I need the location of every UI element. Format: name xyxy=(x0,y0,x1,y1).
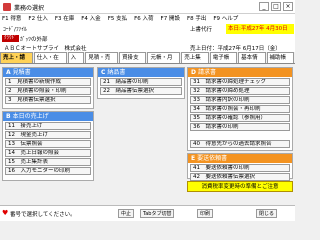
minimize-button[interactable]: _ xyxy=(259,2,269,11)
tab-e-books[interactable]: 電子帳簿 xyxy=(209,52,238,72)
tab-switch-key[interactable]: Tabタブ切替 xyxy=(140,209,175,218)
btn-invoice-view[interactable]: 34 請求書の照会・再印刷 xyxy=(190,105,290,113)
btn-shipping-print[interactable]: 41 要送依頼書の印刷 xyxy=(190,164,290,172)
btn-closing-check[interactable]: 31 請求書の締処理チェック xyxy=(190,78,290,86)
tab-bar: 売上・請求 仕入・在庫 入金 見積・売上 買掛支払 元帳・月報 売上集計 電子帳… xyxy=(0,52,295,72)
btn-credit-sales[interactable]: 11 掛売上げ xyxy=(5,122,91,130)
tab-estimate-sales[interactable]: 見積・売上 xyxy=(85,52,119,72)
panel-estimate: A 見積書 1 見積書の新規作成 2 見積書の照会・印刷 3 見積書伝票選択 xyxy=(2,67,94,109)
btn-invoice-detail[interactable]: 33 請求書内訳の印刷 xyxy=(190,96,290,104)
btn-invoice-confirm[interactable]: 35 請求書の確認（参照用） xyxy=(190,114,290,122)
tab-purchase-stock[interactable]: 仕入・在庫 xyxy=(33,52,67,72)
window-controls: _ □ × xyxy=(259,2,293,11)
tab-payables[interactable]: 買掛支払 xyxy=(119,52,147,72)
heart-icon: ♥ xyxy=(2,209,9,217)
btn-delivery-print[interactable]: 21 納品書の印刷 xyxy=(100,78,182,86)
company-name: ＡＢＣオートサプライ 株式会社 xyxy=(4,46,87,52)
user-label: 上書代行 xyxy=(190,27,213,33)
info-bar: ｺｰﾄﾞ/ﾌｧｲﾙ 上書代行 本日:平成27年 4月30日(木) xyxy=(0,24,295,42)
menu-item-f8[interactable]: F8 手出 xyxy=(187,14,206,24)
info-left: ｺｰﾄﾞ/ﾌｧｲﾙ xyxy=(3,27,27,33)
panel-delivery-header: C 納品書 xyxy=(98,68,184,77)
today-date: 本日:平成27年 4月30日(木) xyxy=(226,24,294,42)
menu-item-f1[interactable]: F1 得意 xyxy=(2,14,21,24)
tax-rate-notice-button[interactable]: 消費税率変更時の準備とご注意 xyxy=(187,181,293,192)
panel-delivery: C 納品書 21 納品書の印刷 22 納品書伝票選択 xyxy=(97,67,185,99)
btn-cash-sales[interactable]: 12 現金売上げ xyxy=(5,131,91,139)
btn-shipping-select[interactable]: 42 要送依頼書伝票選択 xyxy=(190,173,290,181)
menu-item-f5[interactable]: F5 支払 xyxy=(108,14,127,24)
panel-invoice-header: D 請求書 xyxy=(188,68,292,77)
panel-estimate-header: A 見積書 xyxy=(3,68,93,77)
close-key[interactable]: 閉じる xyxy=(256,209,278,218)
btn-invoice-print[interactable]: 36 請求書の印刷 xyxy=(190,123,290,131)
company-line: ＡＢＣオートサプライ 株式会社 売上日付：平成27年 6月17日（金） xyxy=(0,43,295,52)
btn-closing-process[interactable]: 32 請求書の締め処理 xyxy=(190,87,290,95)
btn-estimate-select[interactable]: 3 見積書伝票選択 xyxy=(5,96,91,104)
btn-estimate-view[interactable]: 2 見積書の照会・印刷 xyxy=(5,87,91,95)
btn-past-invoice[interactable]: 40 得意先からの過去請求照合 xyxy=(190,140,290,148)
panel-invoice: D 請求書 31 請求書の締処理チェック 32 請求書の締め処理 33 請求書内訳… xyxy=(187,67,293,151)
tab-sales-billing[interactable]: 売上・請求 xyxy=(0,52,33,72)
menu-item-f2[interactable]: F2 仕入 xyxy=(28,14,47,24)
company-bar: ｸﾗｳﾄﾞ ｶﾞｯﾂの外部 xyxy=(0,34,295,43)
menu-item-f6[interactable]: F6 入荷 xyxy=(134,14,153,24)
status-bar: ♥ 番号で選択してください。 中止 Tabタブ切替 印刷 閉じる xyxy=(0,205,295,221)
panel-today-sales-header: B 本日の売上げ xyxy=(3,112,93,121)
tab-basic-info[interactable]: 基本情報 xyxy=(238,52,266,72)
tab-sales-summary[interactable]: 売上集計 xyxy=(181,52,209,72)
app-icon xyxy=(3,3,11,11)
btn-daily-report[interactable]: 14 売上日報の照会 xyxy=(5,149,91,157)
menu-item-f7[interactable]: F7 開設 xyxy=(161,14,180,24)
btn-delivery-select[interactable]: 22 納品書伝票選択 xyxy=(100,87,182,95)
window-title: 業務の選択 xyxy=(14,5,45,12)
menu-item-f4[interactable]: F4 入金 xyxy=(81,14,100,24)
menu-item-f3[interactable]: F3 在庫 xyxy=(55,14,74,24)
sales-date: 売上日付：平成27年 6月17日（金） xyxy=(190,46,281,52)
print-key[interactable]: 印刷 xyxy=(197,209,214,218)
panel-shipping: E 要送依頼書 41 要送依頼書の印刷 42 要送依頼書伝票選択 xyxy=(187,153,293,181)
company-bar-name: ｶﾞｯﾂの外部 xyxy=(20,37,48,43)
maximize-button[interactable]: □ xyxy=(271,2,281,11)
status-message: 番号で選択してください。 xyxy=(10,212,76,218)
menu-bar: F1 得意 F2 仕入 F3 在庫 F4 入金 F5 支払 F6 入荷 F7 開… xyxy=(0,14,295,24)
tab-ledger[interactable]: 元帳・月報 xyxy=(147,52,181,72)
cancel-key[interactable]: 中止 xyxy=(118,209,135,218)
btn-slip-view[interactable]: 13 伝票照会 xyxy=(5,140,91,148)
tab-payment-in[interactable]: 入金 xyxy=(67,52,85,72)
btn-input-monitor[interactable]: 16 入力モニターの印刷 xyxy=(5,167,91,175)
title-bar: 業務の選択 _ □ × xyxy=(0,0,295,14)
menu-item-f9[interactable]: F9 ヘルプ xyxy=(213,14,238,24)
cloud-tag: ｸﾗｳﾄﾞ xyxy=(2,35,19,42)
tab-aux-forms[interactable]: 補助帳票 xyxy=(266,52,294,72)
panel-shipping-header: E 要送依頼書 xyxy=(188,154,292,163)
btn-estimate-new[interactable]: 1 見積書の新規作成 xyxy=(5,78,91,86)
panel-today-sales: B 本日の売上げ 11 掛売上げ 12 現金売上げ 13 伝票照会 14 売上日報… xyxy=(2,111,94,181)
close-button[interactable]: × xyxy=(283,2,293,11)
btn-sales-total[interactable]: 15 売上集計表 xyxy=(5,158,91,166)
